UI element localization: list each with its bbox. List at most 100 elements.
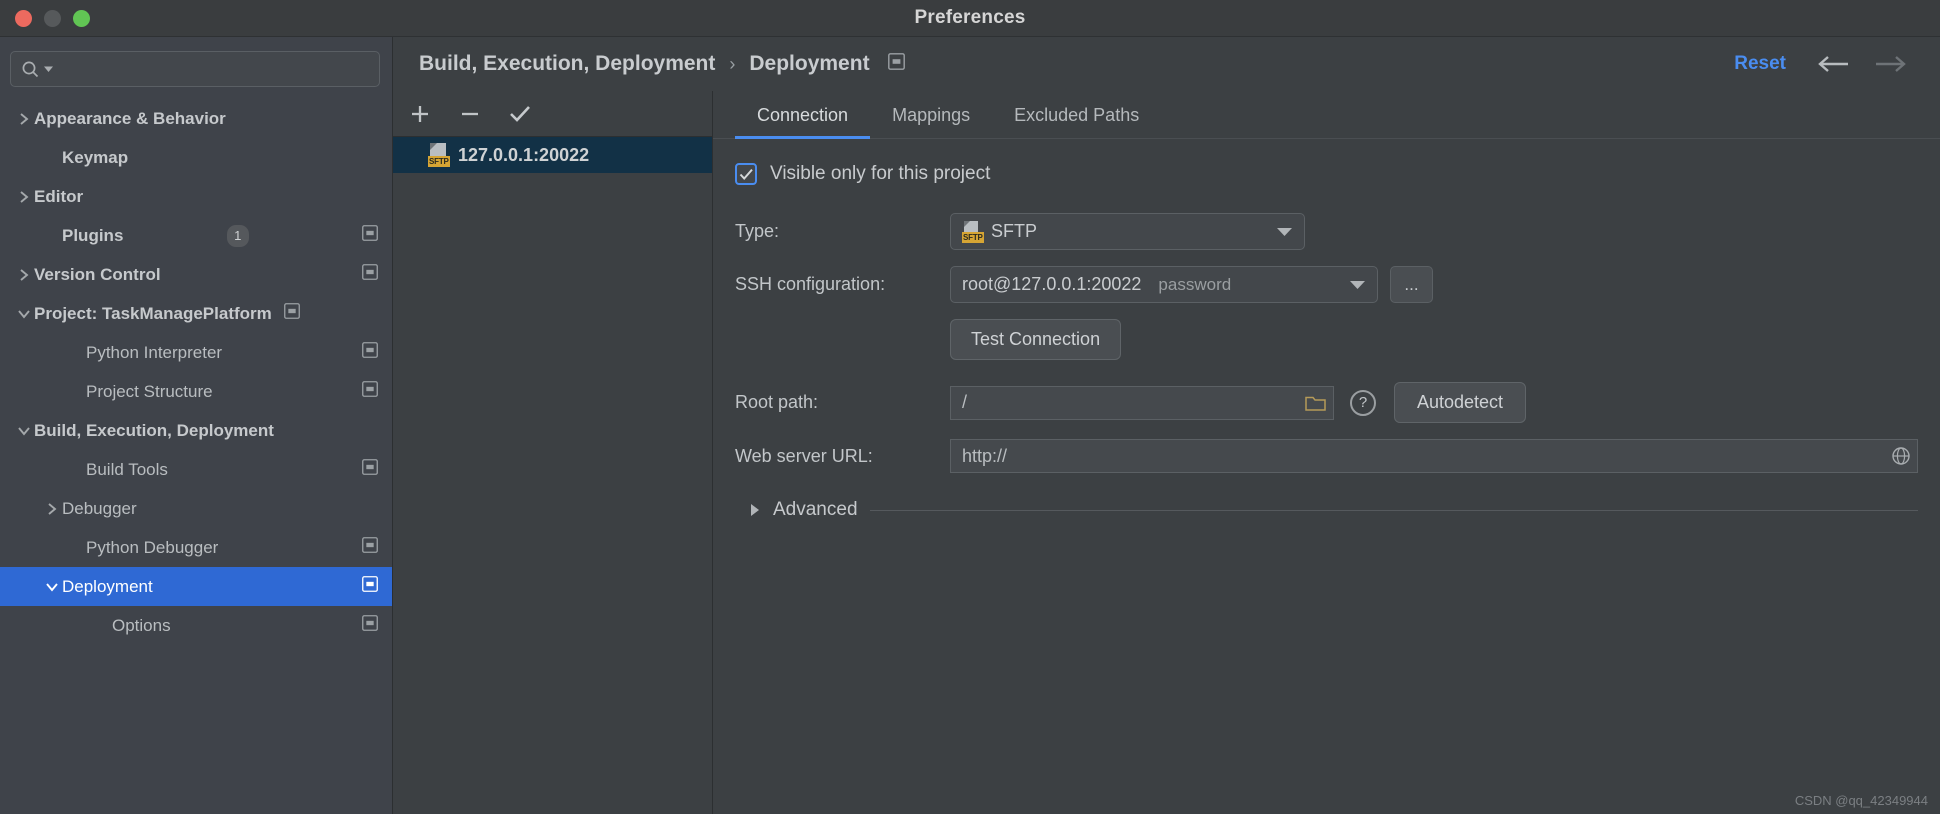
- advanced-section-header[interactable]: Advanced: [713, 499, 1940, 521]
- chevron-right-icon[interactable]: [14, 112, 34, 126]
- sidebar-item-editor[interactable]: Editor: [0, 177, 392, 216]
- watermark-text: CSDN @qq_42349944: [1794, 793, 1928, 808]
- connection-form: Visible only for this project Type: SFTP…: [713, 139, 1940, 814]
- sidebar-item-build-tools[interactable]: Build Tools: [0, 450, 392, 489]
- server-list-item[interactable]: SFTP 127.0.0.1:20022: [393, 137, 712, 173]
- search-box[interactable]: [10, 51, 380, 87]
- window-body: Appearance & Behavior Keymap Editor Plugins…: [0, 37, 1940, 814]
- type-chevron-down-icon[interactable]: [1265, 227, 1304, 236]
- connection-form-pane: Connection Mappings Excluded Paths Visible…: [713, 91, 1940, 814]
- set-default-server-button[interactable]: [507, 101, 533, 127]
- sftp-type-icon: SFTP: [962, 220, 984, 243]
- copy-settings-icon[interactable]: [283, 303, 300, 324]
- checkmark-icon: [739, 168, 753, 180]
- autodetect-button[interactable]: Autodetect: [1394, 382, 1527, 423]
- chevron-down-icon[interactable]: [14, 426, 34, 436]
- sidebar-item-debugger[interactable]: Debugger: [0, 489, 392, 528]
- close-window-button[interactable]: [15, 9, 32, 27]
- chevron-right-icon[interactable]: [14, 190, 34, 204]
- settings-sidebar: Appearance & Behavior Keymap Editor Plugins…: [0, 37, 393, 814]
- sidebar-item-project-taskmanageplatform[interactable]: Project: TaskManagePlatform: [0, 294, 392, 333]
- chevron-down-icon[interactable]: [42, 582, 62, 592]
- ssh-configuration-chevron-down-icon[interactable]: [1338, 280, 1377, 289]
- sidebar-item-python-debugger[interactable]: Python Debugger: [0, 528, 392, 567]
- chevron-right-icon[interactable]: [14, 268, 34, 282]
- sidebar-item-build-execution-deployment[interactable]: Build, Execution, Deployment: [0, 411, 392, 450]
- sidebar-item-label: Python Debugger: [86, 537, 219, 557]
- root-path-value: /: [962, 392, 968, 412]
- sidebar-item-keymap[interactable]: Keymap: [0, 138, 392, 177]
- remove-server-button[interactable]: [457, 101, 483, 127]
- zoom-window-button[interactable]: [73, 9, 90, 27]
- back-button[interactable]: [1804, 55, 1862, 73]
- add-server-button[interactable]: [407, 101, 433, 127]
- minimize-window-button[interactable]: [44, 9, 61, 27]
- sidebar-item-label: Debugger: [62, 498, 137, 518]
- reset-button[interactable]: Reset: [1734, 53, 1804, 75]
- type-row: Type: SFTP SFTP: [713, 213, 1940, 250]
- advanced-label: Advanced: [773, 499, 858, 520]
- copy-settings-icon[interactable]: [362, 459, 378, 480]
- search-dropdown-icon[interactable]: [44, 65, 53, 74]
- copy-settings-icon[interactable]: [362, 342, 378, 363]
- visible-only-checkbox[interactable]: [735, 163, 757, 185]
- ssh-configuration-dropdown[interactable]: root@127.0.0.1:20022 password: [950, 266, 1378, 303]
- copy-settings-icon[interactable]: [362, 576, 378, 597]
- chevron-right-icon[interactable]: [42, 502, 62, 516]
- sidebar-item-plugins[interactable]: Plugins 1: [0, 216, 392, 255]
- breadcrumb-root[interactable]: Build, Execution, Deployment: [419, 52, 715, 76]
- visible-only-row: Visible only for this project: [713, 163, 1940, 185]
- copy-settings-icon[interactable]: [362, 264, 378, 285]
- sidebar-item-badge: 1: [226, 224, 249, 247]
- server-list-toolbar: [393, 91, 712, 137]
- copy-settings-icon[interactable]: [362, 381, 378, 402]
- copy-settings-icon[interactable]: [887, 53, 905, 75]
- ssh-configuration-more-button[interactable]: ...: [1390, 266, 1433, 303]
- deployment-tabs: Connection Mappings Excluded Paths: [713, 91, 1940, 139]
- type-value: SFTP: [991, 221, 1038, 241]
- preferences-window: Preferences Appearance & Behavior Keymap E…: [0, 0, 1940, 814]
- copy-settings-icon[interactable]: [362, 225, 378, 246]
- breadcrumb-separator-icon: ›: [729, 53, 736, 74]
- chevron-down-icon[interactable]: [14, 309, 34, 319]
- plus-icon: [412, 105, 428, 122]
- sidebar-item-label: Project: TaskManagePlatform: [34, 303, 272, 323]
- web-server-url-label: Web server URL:: [735, 445, 873, 466]
- web-server-url-row: Web server URL: http://: [713, 439, 1940, 473]
- arrow-left-icon: [1818, 56, 1848, 72]
- ssh-configuration-row: SSH configuration: root@127.0.0.1:20022 …: [713, 266, 1940, 303]
- web-server-url-field[interactable]: http://: [950, 439, 1918, 473]
- ssh-configuration-label: SSH configuration:: [735, 274, 886, 294]
- search-input[interactable]: [57, 61, 369, 77]
- breadcrumb-current: Deployment: [749, 52, 870, 75]
- sidebar-item-version-control[interactable]: Version Control: [0, 255, 392, 294]
- question-mark-icon[interactable]: ?: [1350, 389, 1376, 416]
- settings-tree: Appearance & Behavior Keymap Editor Plugins…: [0, 95, 392, 814]
- sidebar-item-options[interactable]: Options: [0, 606, 392, 645]
- tab-connection[interactable]: Connection: [735, 105, 871, 139]
- root-path-field[interactable]: /: [950, 385, 1334, 420]
- sidebar-item-label: Editor: [34, 186, 84, 206]
- test-connection-button[interactable]: Test Connection: [950, 319, 1122, 360]
- copy-settings-icon[interactable]: [362, 615, 378, 636]
- sftp-server-badge: SFTP: [428, 156, 450, 167]
- advanced-divider: [869, 509, 1918, 511]
- server-list-pane: SFTP 127.0.0.1:20022: [393, 91, 713, 814]
- globe-icon[interactable]: [1883, 446, 1911, 466]
- sidebar-item-deployment[interactable]: Deployment: [0, 567, 392, 606]
- forward-button[interactable]: [1862, 55, 1920, 73]
- sidebar-item-label: Project Structure: [86, 381, 213, 401]
- root-path-row: Root path: / ? Autodetect: [713, 382, 1940, 423]
- visible-only-label: Visible only for this project: [770, 163, 991, 184]
- arrow-right-icon: [1876, 56, 1906, 72]
- copy-settings-icon[interactable]: [362, 537, 378, 558]
- sidebar-item-appearance-behavior[interactable]: Appearance & Behavior: [0, 99, 392, 138]
- folder-icon[interactable]: [1297, 394, 1327, 412]
- tab-excluded-paths[interactable]: Excluded Paths: [992, 105, 1161, 138]
- ssh-configuration-auth: password: [1158, 274, 1232, 294]
- sidebar-item-project-structure[interactable]: Project Structure: [0, 372, 392, 411]
- sidebar-item-python-interpreter[interactable]: Python Interpreter: [0, 333, 392, 372]
- sidebar-item-label: Build, Execution, Deployment: [34, 420, 274, 440]
- tab-mappings[interactable]: Mappings: [870, 105, 992, 138]
- type-dropdown[interactable]: SFTP SFTP: [950, 213, 1305, 250]
